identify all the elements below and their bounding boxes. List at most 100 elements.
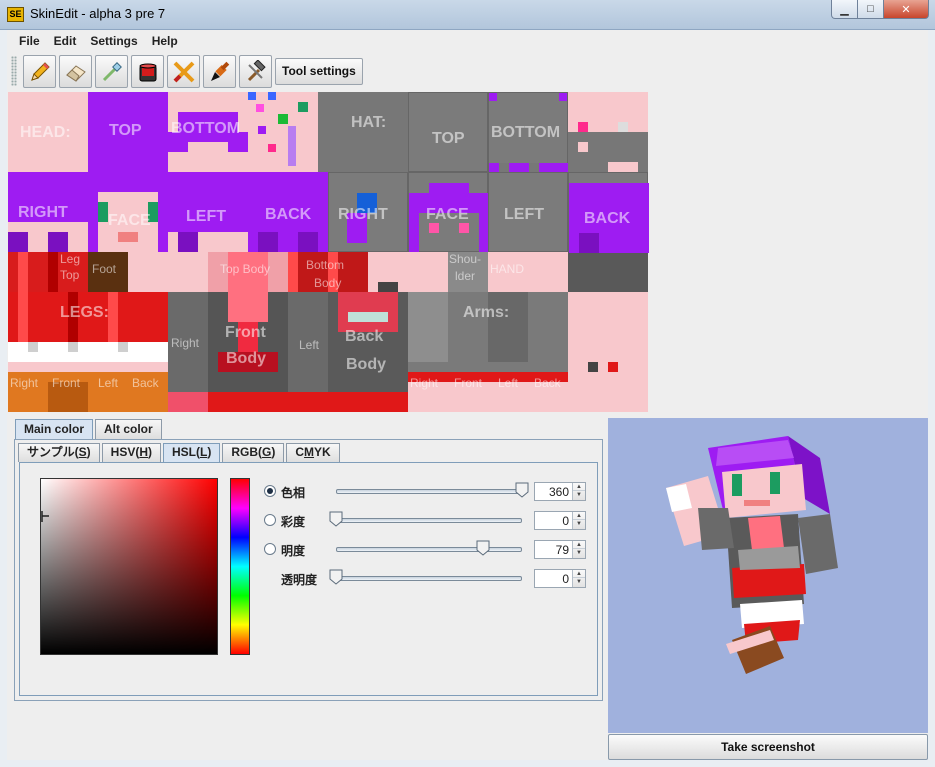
slider-row-hue: 色相 360 ▲ ▼ bbox=[264, 481, 594, 501]
tab-main-color[interactable]: Main color bbox=[15, 419, 94, 439]
hue-radio[interactable] bbox=[264, 485, 276, 497]
take-screenshot-button[interactable]: Take screenshot bbox=[608, 734, 928, 760]
close-button[interactable]: ✕ bbox=[883, 0, 929, 19]
saturation-radio[interactable] bbox=[264, 514, 276, 526]
skin-texture-canvas[interactable]: HEAD: TOP BOTTOM HAT: TOP BOTTOM RIGHT F… bbox=[8, 92, 649, 412]
saturation-spinner[interactable]: 0 ▲ ▼ bbox=[534, 511, 586, 530]
eyedropper-tool-button[interactable] bbox=[95, 54, 128, 88]
spin-up-icon[interactable]: ▲ bbox=[573, 512, 585, 520]
body-left[interactable] bbox=[288, 292, 328, 412]
menu-edit[interactable]: Edit bbox=[47, 34, 84, 48]
tab-alt-color[interactable]: Alt color bbox=[95, 419, 162, 439]
body-right[interactable] bbox=[168, 292, 208, 412]
tab-cmyk-key: M bbox=[304, 445, 315, 459]
saturation-spinner-arrows[interactable]: ▲ ▼ bbox=[572, 512, 585, 529]
toolbar-grip[interactable] bbox=[11, 56, 17, 86]
label-leg-top-2: Top bbox=[60, 268, 80, 282]
tab-sample[interactable]: サンプル(S) bbox=[18, 443, 100, 462]
label-arm-left: Left bbox=[498, 376, 519, 390]
tab-hsl-post: ) bbox=[207, 445, 212, 459]
label-hat-right: RIGHT bbox=[338, 206, 388, 223]
hue-slider[interactable] bbox=[336, 489, 522, 494]
pencil-tool-button[interactable] bbox=[23, 54, 56, 88]
hue-slider-thumb[interactable] bbox=[515, 482, 529, 498]
color-tabs: Main color Alt color bbox=[15, 419, 164, 439]
label-arms: Arms: bbox=[463, 304, 510, 321]
label-arm-front: Front bbox=[454, 376, 483, 390]
color-chooser: Main color Alt color サンプル(S) HSV(H) HSL(… bbox=[7, 413, 607, 760]
spin-down-icon[interactable]: ▼ bbox=[573, 520, 585, 528]
alpha-label: 透明度 bbox=[281, 573, 318, 587]
label-front-body-1: Front bbox=[225, 324, 266, 341]
alpha-spinner[interactable]: 0 ▲ ▼ bbox=[534, 569, 586, 588]
tool-settings-button[interactable]: Tool settings bbox=[275, 57, 363, 85]
saturation-label: 彩度 bbox=[281, 515, 306, 529]
tab-hsv-key: H bbox=[139, 445, 148, 459]
label-head-back: BACK bbox=[265, 206, 312, 223]
label-bottom-body-2: Body bbox=[314, 276, 342, 290]
tab-cmyk[interactable]: CMYK bbox=[286, 443, 340, 462]
menu-help[interactable]: Help bbox=[145, 34, 185, 48]
label-head-left: LEFT bbox=[186, 208, 226, 225]
hand-strip[interactable] bbox=[528, 252, 568, 292]
label-hat-back: BACK bbox=[584, 210, 631, 227]
hue-spinner[interactable]: 360 ▲ ▼ bbox=[534, 482, 586, 501]
eraser-tool-button[interactable] bbox=[59, 54, 92, 88]
shoulder-strip[interactable] bbox=[368, 252, 448, 292]
color-panel: サンプル(S) HSV(H) HSL(L) RGB(G) CMYK 色相 360… bbox=[14, 439, 603, 701]
hue-spinner-arrows[interactable]: ▲ ▼ bbox=[572, 483, 585, 500]
hue-strip[interactable] bbox=[230, 478, 250, 655]
arm-strip[interactable] bbox=[568, 292, 648, 412]
spin-up-icon[interactable]: ▲ bbox=[573, 570, 585, 578]
maximize-button[interactable]: □ bbox=[857, 0, 884, 19]
paint-bucket-tool-button[interactable] bbox=[131, 54, 164, 88]
spin-down-icon[interactable]: ▼ bbox=[573, 491, 585, 499]
line-tool-button[interactable] bbox=[167, 54, 200, 88]
palette-patch[interactable] bbox=[248, 92, 318, 172]
character-model-image bbox=[666, 436, 838, 674]
lightness-slider-thumb[interactable] bbox=[476, 540, 490, 556]
tab-rgb[interactable]: RGB(G) bbox=[222, 443, 285, 462]
alpha-spinner-arrows[interactable]: ▲ ▼ bbox=[572, 570, 585, 587]
saturation-slider[interactable] bbox=[336, 518, 522, 523]
alpha-slider-thumb[interactable] bbox=[329, 569, 343, 585]
skin-3d-preview[interactable] bbox=[608, 418, 928, 733]
spin-up-icon[interactable]: ▲ bbox=[573, 483, 585, 491]
alpha-slider[interactable] bbox=[336, 576, 522, 581]
label-arm-back: Back bbox=[534, 376, 561, 390]
hue-value: 360 bbox=[548, 485, 569, 499]
title-bar: SE SkinEdit - alpha 3 pre 7 ▁ □ ✕ bbox=[0, 0, 935, 30]
saturation-slider-thumb[interactable] bbox=[329, 511, 343, 527]
body-back[interactable] bbox=[328, 292, 408, 412]
tab-cmyk-text: C bbox=[295, 445, 305, 459]
hammer-tool-button[interactable] bbox=[239, 54, 272, 88]
lightness-value: 79 bbox=[555, 543, 569, 557]
mode-tabs: サンプル(S) HSV(H) HSL(L) RGB(G) CMYK bbox=[18, 443, 342, 462]
tab-hsv[interactable]: HSV(H) bbox=[101, 443, 161, 462]
saturation-lightness-picker[interactable] bbox=[40, 478, 218, 655]
lightness-spinner-arrows[interactable]: ▲ ▼ bbox=[572, 541, 585, 558]
menu-file[interactable]: File bbox=[12, 34, 47, 48]
tab-hsl[interactable]: HSL(L) bbox=[163, 443, 221, 462]
lightness-slider[interactable] bbox=[336, 547, 522, 552]
lightness-spinner[interactable]: 79 ▲ ▼ bbox=[534, 540, 586, 559]
menu-settings[interactable]: Settings bbox=[83, 34, 144, 48]
skin-strip[interactable] bbox=[128, 252, 208, 292]
label-head-face: FACE bbox=[108, 212, 151, 229]
label-back-body-1: Back bbox=[345, 328, 384, 345]
tab-cmyk-post: YK bbox=[314, 445, 331, 459]
spin-down-icon[interactable]: ▼ bbox=[573, 578, 585, 586]
extra-patch[interactable] bbox=[568, 92, 648, 172]
spin-down-icon[interactable]: ▼ bbox=[573, 549, 585, 557]
hat-area[interactable] bbox=[318, 92, 408, 172]
label-leg-back: Back bbox=[132, 376, 159, 390]
minimize-button[interactable]: ▁ bbox=[831, 0, 858, 19]
label-leg-left: Left bbox=[98, 376, 119, 390]
label-hand: HAND bbox=[490, 262, 525, 276]
brush-tool-button[interactable] bbox=[203, 54, 236, 88]
label-head: HEAD: bbox=[20, 124, 71, 141]
lightness-radio[interactable] bbox=[264, 543, 276, 555]
label-bottom-body-1: Bottom bbox=[306, 258, 345, 272]
spin-up-icon[interactable]: ▲ bbox=[573, 541, 585, 549]
picker-cursor-icon bbox=[41, 511, 49, 522]
